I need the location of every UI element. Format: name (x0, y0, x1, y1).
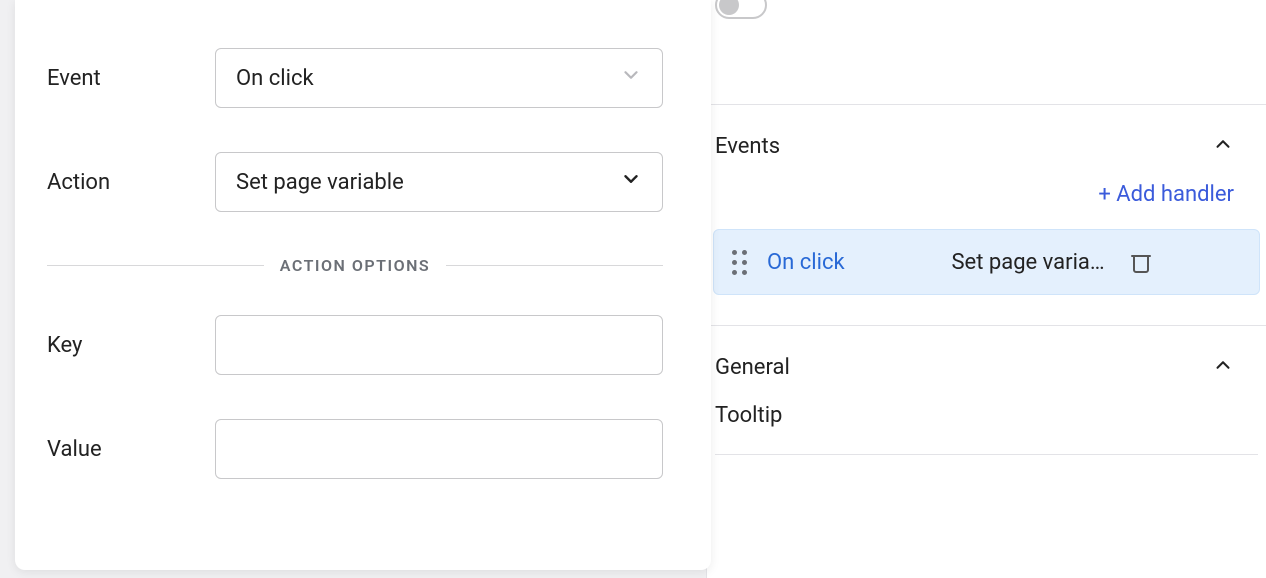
events-section: Events + Add handler On click Set page v… (707, 104, 1266, 295)
events-section-header[interactable]: Events (707, 105, 1266, 182)
chevron-up-icon (1212, 133, 1234, 160)
divider-line (47, 265, 264, 266)
value-row: Value (47, 419, 663, 479)
action-select-value: Set page variable (236, 170, 404, 195)
general-section: General Tooltip (707, 325, 1266, 473)
events-section-title: Events (715, 134, 780, 159)
divider-line (446, 265, 663, 266)
tooltip-label: Tooltip (715, 403, 1258, 428)
event-editor-panel: Event On click Action Set page variable … (15, 0, 711, 570)
event-select-value: On click (236, 66, 314, 91)
delete-handler-button[interactable] (1125, 246, 1157, 278)
chevron-down-icon (620, 64, 642, 92)
event-select-wrap: On click (215, 48, 663, 108)
key-input-wrap (215, 315, 663, 375)
action-options-divider: ACTION OPTIONS (47, 256, 663, 275)
event-handler-action: Set page varia… (885, 250, 1105, 275)
general-section-title: General (715, 355, 790, 380)
drag-handle-icon[interactable] (732, 250, 747, 275)
right-sidebar: Events + Add handler On click Set page v… (706, 0, 1266, 578)
toggle-switch[interactable] (715, 0, 767, 19)
action-select[interactable]: Set page variable (215, 152, 663, 212)
event-row: Event On click (47, 48, 663, 108)
chevron-up-icon (1212, 354, 1234, 381)
event-label: Event (47, 66, 215, 91)
key-row: Key (47, 315, 663, 375)
chevron-down-icon (620, 168, 642, 196)
general-body: Tooltip (707, 403, 1266, 473)
add-handler-row: + Add handler (707, 182, 1266, 229)
value-input[interactable] (215, 419, 663, 479)
action-select-wrap: Set page variable (215, 152, 663, 212)
general-section-header[interactable]: General (707, 326, 1266, 403)
event-handler-item[interactable]: On click Set page varia… (713, 229, 1260, 295)
divider (715, 454, 1258, 455)
key-label: Key (47, 333, 215, 358)
event-select[interactable]: On click (215, 48, 663, 108)
action-label: Action (47, 170, 215, 195)
action-row: Action Set page variable (47, 152, 663, 212)
trash-icon (1129, 250, 1153, 274)
toggle-row (707, 0, 1266, 22)
key-input[interactable] (215, 315, 663, 375)
value-input-wrap (215, 419, 663, 479)
event-handler-name: On click (767, 250, 845, 275)
add-handler-button[interactable]: + Add handler (1098, 182, 1234, 207)
value-label: Value (47, 437, 215, 462)
divider-label: ACTION OPTIONS (280, 256, 430, 275)
toggle-knob (719, 0, 739, 15)
